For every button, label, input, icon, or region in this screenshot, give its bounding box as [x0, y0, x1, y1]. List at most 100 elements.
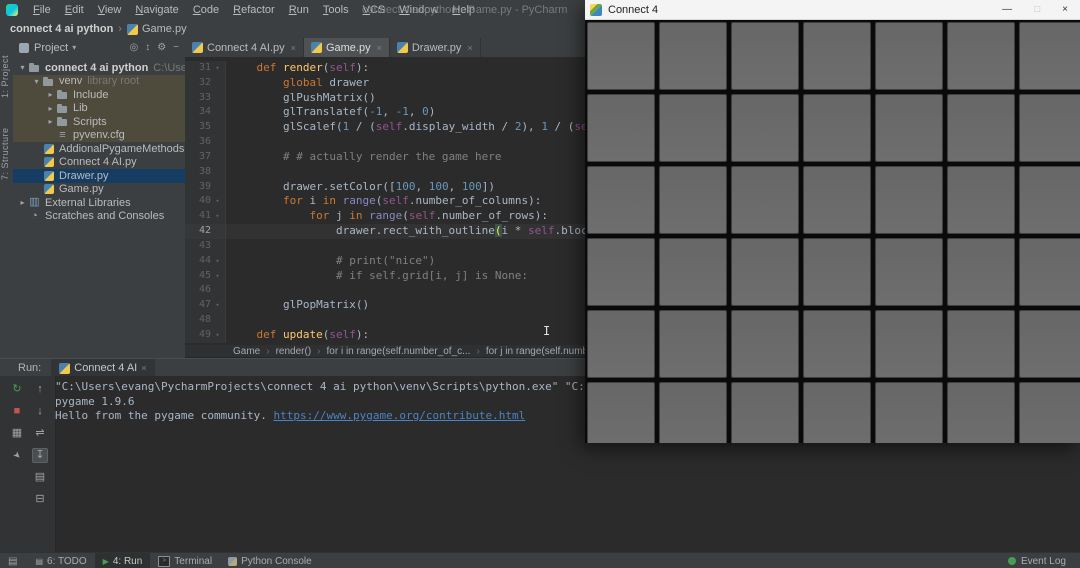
tree-item-game-py[interactable]: Game.py — [13, 183, 185, 197]
board-cell[interactable] — [1019, 238, 1080, 306]
board-cell[interactable] — [875, 310, 943, 378]
board-cell[interactable] — [659, 166, 727, 234]
tree-item-scratches-and-consoles[interactable]: ◔Scratches and Consoles — [13, 210, 185, 224]
chevron-down-icon[interactable]: ▾ — [72, 43, 76, 52]
board-cell[interactable] — [947, 94, 1015, 162]
project-panel-title[interactable]: Project — [34, 42, 68, 54]
chevron-right-icon[interactable]: ▸ — [17, 198, 28, 207]
board-cell[interactable] — [875, 94, 943, 162]
line-number[interactable]: 35 — [185, 120, 211, 135]
board-cell[interactable] — [803, 382, 871, 443]
tree-item-venv[interactable]: ▾venvlibrary root — [13, 75, 185, 89]
scroll-to-end-icon[interactable]: ↧ — [32, 448, 48, 463]
tree-item-pyvenv-cfg[interactable]: ≡pyvenv.cfg — [13, 129, 185, 143]
board-cell[interactable] — [803, 310, 871, 378]
board-cell[interactable] — [587, 238, 655, 306]
menu-file[interactable]: File — [26, 0, 58, 20]
line-number[interactable]: 47 — [185, 298, 211, 313]
locate-icon[interactable]: ◎ — [129, 38, 138, 57]
board-cell[interactable] — [803, 166, 871, 234]
board-cell[interactable] — [659, 238, 727, 306]
board-cell[interactable] — [947, 382, 1015, 443]
menu-run[interactable]: Run — [282, 0, 316, 20]
line-number[interactable]: 33 — [185, 91, 211, 106]
fold-icon[interactable]: ▾ — [211, 298, 224, 313]
board-cell[interactable] — [947, 238, 1015, 306]
crumb-0[interactable]: Game — [233, 346, 260, 357]
fold-icon[interactable]: ▾ — [211, 328, 224, 343]
chevron-right-icon[interactable]: ▸ — [45, 117, 56, 126]
board-cell[interactable] — [875, 238, 943, 306]
menu-code[interactable]: Code — [186, 0, 226, 20]
board-cell[interactable] — [731, 166, 799, 234]
tab-drawer-py[interactable]: Drawer.py× — [390, 38, 481, 57]
hide-panel-icon[interactable]: − — [173, 38, 179, 57]
tab-game-py[interactable]: Game.py× — [304, 38, 390, 57]
crumb-1[interactable]: render() — [276, 346, 312, 357]
board-cell[interactable] — [659, 382, 727, 443]
tree-item-connect-4-ai-py[interactable]: Connect 4 AI.py — [13, 156, 185, 170]
line-number[interactable]: 36 — [185, 135, 211, 150]
board-cell[interactable] — [1019, 310, 1080, 378]
statusbar-python-console[interactable]: Python Console — [220, 553, 320, 568]
collapse-all-icon[interactable]: ↕ — [145, 38, 150, 57]
minimize-button[interactable]: — — [1002, 0, 1012, 20]
board-cell[interactable] — [947, 310, 1015, 378]
board-cell[interactable] — [587, 382, 655, 443]
board-cell[interactable] — [803, 22, 871, 90]
board-cell[interactable] — [731, 22, 799, 90]
board-cell[interactable] — [587, 310, 655, 378]
board-cell[interactable] — [587, 166, 655, 234]
tree-item-include[interactable]: ▸Include — [13, 88, 185, 102]
menu-refactor[interactable]: Refactor — [226, 0, 282, 20]
line-number[interactable]: 37 — [185, 150, 211, 165]
menu-tools[interactable]: Tools — [316, 0, 356, 20]
fold-icon[interactable]: ▾ — [211, 209, 224, 224]
statusbar-terminal[interactable]: >Terminal — [150, 553, 220, 568]
game-window-titlebar[interactable]: Connect 4 —□× — [585, 0, 1080, 20]
chevron-down-icon[interactable]: ▾ — [31, 77, 42, 86]
stripe-1-project[interactable]: 1: Project — [0, 42, 13, 110]
line-number[interactable]: 43 — [185, 239, 211, 254]
board-cell[interactable] — [803, 238, 871, 306]
tree-item-drawer-py[interactable]: Drawer.py — [13, 169, 185, 183]
pin-tab-icon[interactable]: ➤ — [6, 445, 28, 467]
soft-wrap-icon[interactable]: ⇌ — [32, 426, 48, 441]
line-number[interactable]: 49 — [185, 328, 211, 343]
stripe-7-structure[interactable]: 7: Structure — [0, 120, 13, 188]
crumb-2[interactable]: for i in range(self.number_of_c... — [327, 346, 471, 357]
statusbar-6-todo[interactable]: ▤6: TODO — [27, 553, 94, 568]
board-cell[interactable] — [875, 382, 943, 443]
fold-icon[interactable]: ▾ — [211, 254, 224, 269]
board-cell[interactable] — [659, 22, 727, 90]
board-cell[interactable] — [587, 22, 655, 90]
tree-item-connect-4-ai-python[interactable]: ▾connect 4 ai pythonC:\Users\evang\Py — [13, 61, 185, 75]
restore-layout-icon[interactable]: ▦ — [9, 426, 25, 441]
statusbar-4-run[interactable]: ▶4: Run — [95, 553, 151, 568]
line-number[interactable]: 40 — [185, 194, 211, 209]
line-number[interactable]: 32 — [185, 76, 211, 91]
stop-icon[interactable]: ■ — [9, 404, 25, 419]
close-icon[interactable]: × — [377, 43, 382, 53]
board-cell[interactable] — [731, 94, 799, 162]
board-cell[interactable] — [659, 310, 727, 378]
line-number[interactable]: 44 — [185, 254, 211, 269]
tree-item-lib[interactable]: ▸Lib — [13, 102, 185, 116]
board-cell[interactable] — [587, 94, 655, 162]
board-cell[interactable] — [803, 94, 871, 162]
up-stack-trace-icon[interactable]: ↑ — [32, 382, 48, 397]
tool-windows-icon[interactable]: ▤ — [8, 556, 17, 567]
menu-view[interactable]: View — [91, 0, 129, 20]
event-log-item[interactable]: Event Log — [1008, 556, 1066, 567]
breadcrumb-project[interactable]: connect 4 ai python — [10, 23, 113, 35]
board-cell[interactable] — [731, 238, 799, 306]
line-number[interactable]: 48 — [185, 313, 211, 328]
maximize-button[interactable]: □ — [1034, 0, 1040, 20]
menu-navigate[interactable]: Navigate — [128, 0, 185, 20]
line-number[interactable]: 41 — [185, 209, 211, 224]
console-link[interactable]: https://www.pygame.org/contribute.html — [274, 409, 526, 422]
down-stack-trace-icon[interactable]: ↓ — [32, 404, 48, 419]
fold-icon[interactable]: ▾ — [211, 269, 224, 284]
board-cell[interactable] — [659, 94, 727, 162]
tab-connect-4-ai-py[interactable]: Connect 4 AI.py× — [185, 38, 304, 57]
